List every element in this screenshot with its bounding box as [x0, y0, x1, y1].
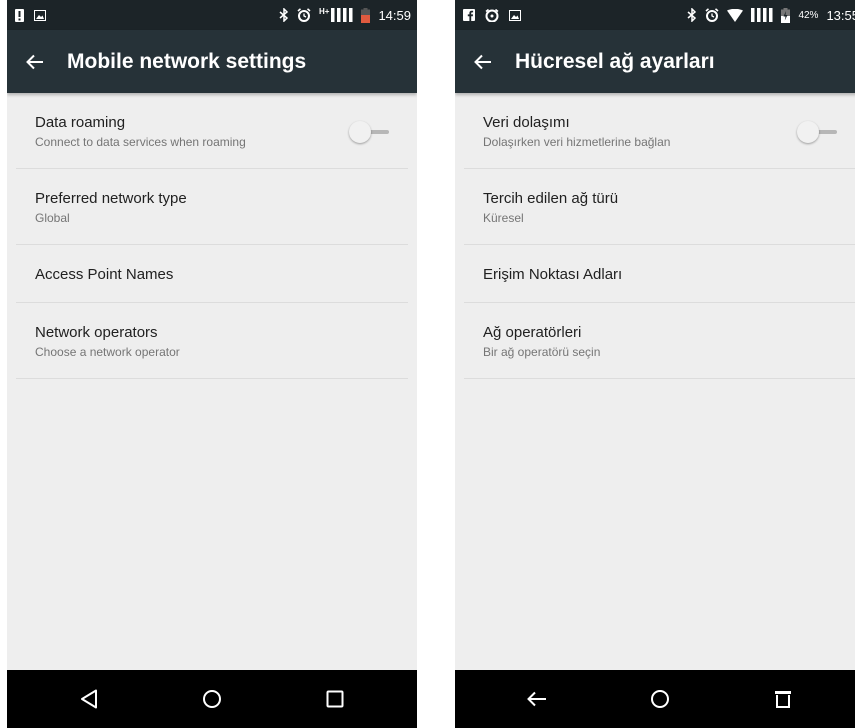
- access-point-names-title: Access Point Names: [35, 266, 174, 283]
- nav-back-button[interactable]: [59, 670, 119, 728]
- bluetooth-icon: [687, 8, 697, 22]
- status-bar: 42% 13:55: [455, 0, 855, 30]
- battery-low-icon: [361, 7, 371, 23]
- data-roaming-row[interactable]: Veri dolaşımı Dolaşırken veri hizmetleri…: [455, 93, 855, 169]
- nav-home-button[interactable]: [182, 670, 242, 728]
- data-roaming-row[interactable]: Data roaming Connect to data services wh…: [7, 93, 417, 169]
- signal-strength-icon: [751, 8, 773, 22]
- phone-screen-turkish: 42% 13:55 Hücresel ağ ayarları Veri dola…: [455, 0, 855, 728]
- preferred-network-type-row[interactable]: Tercih edilen ağ türü Küresel: [455, 169, 855, 245]
- access-point-names-title: Erişim Noktası Adları: [483, 266, 623, 283]
- network-operators-summary: Bir ağ operatörü seçin: [483, 345, 601, 359]
- app-toolbar: Mobile network settings: [7, 30, 417, 93]
- triangle-back-icon: [80, 689, 97, 709]
- circle-home-icon: [650, 690, 669, 708]
- navigation-bar: [7, 670, 417, 728]
- clock-app-notification-icon: [485, 8, 499, 22]
- network-operators-title: Ağ operatörleri: [483, 324, 582, 341]
- preferred-network-type-row[interactable]: Preferred network type Global: [7, 169, 417, 245]
- phone-screen-english: H+ 14:59 Mobile network settings Data ro…: [7, 0, 417, 728]
- network-operators-row[interactable]: Ağ operatörleri Bir ağ operatörü seçin: [455, 303, 855, 379]
- divider: [16, 378, 408, 379]
- facebook-notification-icon: [463, 9, 475, 21]
- settings-list: Veri dolaşımı Dolaşırken veri hizmetleri…: [455, 93, 855, 379]
- nav-back-button[interactable]: [507, 670, 567, 728]
- access-point-names-row[interactable]: Erişim Noktası Adları: [455, 245, 855, 303]
- image-notification-icon: [509, 9, 521, 21]
- network-operators-summary: Choose a network operator: [35, 345, 180, 359]
- status-time: 14:59: [378, 7, 411, 23]
- preferred-network-type-value: Küresel: [483, 211, 524, 225]
- nav-home-button[interactable]: [630, 670, 690, 728]
- nav-recents-button[interactable]: [753, 670, 813, 728]
- battery-charging-icon: [781, 7, 791, 23]
- arrow-back-icon: [526, 691, 546, 707]
- circle-home-icon: [202, 690, 221, 708]
- nav-recents-button[interactable]: [305, 670, 365, 728]
- signal-strength-icon: [331, 8, 353, 22]
- status-time: 13:55: [826, 7, 855, 23]
- data-roaming-switch[interactable]: [797, 121, 837, 143]
- page-title: Hücresel ağ ayarları: [515, 49, 715, 73]
- square-recents-icon: [326, 690, 344, 708]
- settings-list: Data roaming Connect to data services wh…: [7, 93, 417, 379]
- back-arrow-icon[interactable]: [7, 30, 63, 93]
- alarm-icon: [705, 8, 719, 22]
- stack-recents-icon: [775, 691, 792, 708]
- wifi-icon: [727, 8, 744, 22]
- preferred-network-type-title: Tercih edilen ağ türü: [483, 190, 619, 207]
- bluetooth-icon: [279, 8, 289, 22]
- page-title: Mobile network settings: [67, 49, 307, 73]
- data-roaming-switch[interactable]: [349, 121, 389, 143]
- navigation-bar: [455, 670, 855, 728]
- app-toolbar: Hücresel ağ ayarları: [455, 30, 855, 93]
- divider: [464, 378, 855, 379]
- back-arrow-icon[interactable]: [455, 30, 511, 93]
- image-notification-icon: [34, 9, 46, 21]
- battery-percent: 42%: [798, 9, 819, 21]
- alarm-icon: [297, 8, 311, 22]
- preferred-network-type-value: Global: [35, 211, 70, 225]
- preferred-network-type-title: Preferred network type: [35, 190, 187, 207]
- network-operators-title: Network operators: [35, 324, 158, 341]
- network-type-badge: H+: [319, 6, 330, 16]
- alert-notification-icon: [15, 8, 24, 22]
- status-bar: H+ 14:59: [7, 0, 417, 30]
- access-point-names-row[interactable]: Access Point Names: [7, 245, 417, 303]
- network-operators-row[interactable]: Network operators Choose a network opera…: [7, 303, 417, 379]
